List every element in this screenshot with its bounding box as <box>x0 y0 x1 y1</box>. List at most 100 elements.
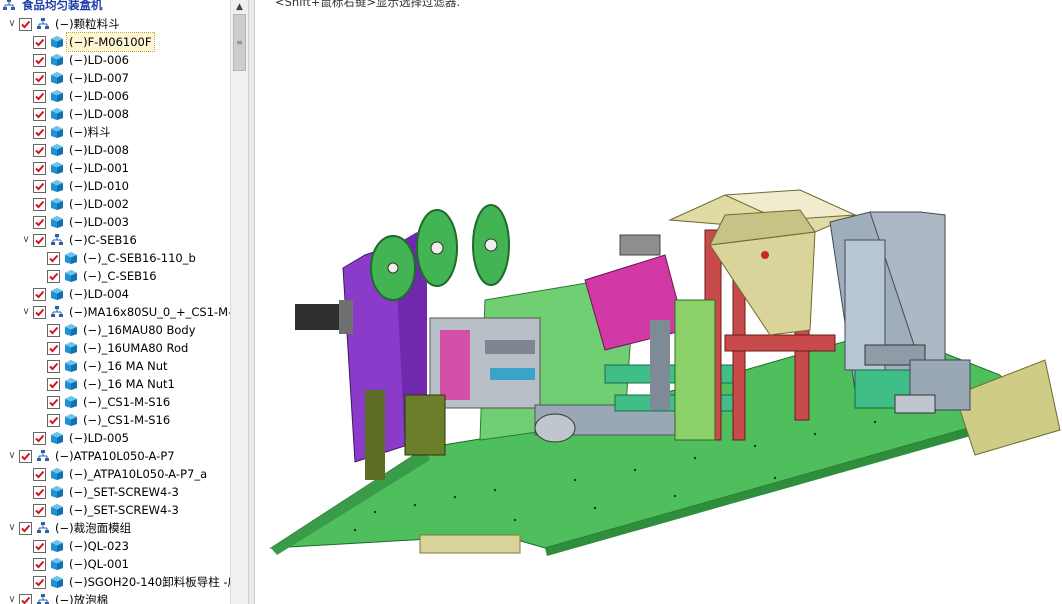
visibility-checkbox[interactable] <box>33 198 46 211</box>
tree-row[interactable]: (−)_C-SEB16 <box>0 267 230 285</box>
tree-row[interactable]: (−)_ATPA10L050-A-P7_a <box>0 465 230 483</box>
expand-toggle[interactable]: ∨ <box>6 450 18 462</box>
visibility-checkbox[interactable] <box>47 252 60 265</box>
visibility-checkbox[interactable] <box>47 342 60 355</box>
expand-toggle[interactable] <box>20 558 32 570</box>
expand-toggle[interactable]: ∨ <box>6 522 18 534</box>
visibility-checkbox[interactable] <box>47 324 60 337</box>
expand-toggle[interactable]: ∨ <box>6 594 18 604</box>
tree-row[interactable]: (−)LD-008 <box>0 105 230 123</box>
tree-row[interactable]: (−)LD-003 <box>0 213 230 231</box>
expand-toggle[interactable] <box>20 504 32 516</box>
expand-toggle[interactable] <box>34 270 46 282</box>
tree-row[interactable]: (−)_16 MA Nut1 <box>0 375 230 393</box>
pane-splitter[interactable] <box>248 0 255 604</box>
expand-toggle[interactable] <box>34 342 46 354</box>
expand-toggle[interactable] <box>20 162 32 174</box>
tree-row[interactable]: (−)_SET-SCREW4-3 <box>0 501 230 519</box>
tree-row[interactable]: (−)LD-010 <box>0 177 230 195</box>
expand-toggle[interactable] <box>20 468 32 480</box>
scroll-up-arrow-icon[interactable]: ▲ <box>231 0 248 14</box>
expand-toggle[interactable] <box>20 54 32 66</box>
expand-toggle[interactable]: ∨ <box>6 18 18 30</box>
tree-row[interactable]: ∨ (−)放泡棉 <box>0 591 230 604</box>
expand-toggle[interactable] <box>20 540 32 552</box>
expand-toggle[interactable] <box>20 108 32 120</box>
visibility-checkbox[interactable] <box>33 288 46 301</box>
tree-row[interactable]: (−)_SET-SCREW4-3 <box>0 483 230 501</box>
expand-toggle[interactable]: ∨ <box>20 234 32 246</box>
expand-toggle[interactable] <box>34 414 46 426</box>
expand-toggle[interactable] <box>34 252 46 264</box>
tree-scrollbar[interactable]: ▲ ≡ <box>230 0 248 604</box>
expand-toggle[interactable] <box>20 72 32 84</box>
tree-row[interactable]: (−)SGOH20-140卸料板导柱 -肩 <box>0 573 230 591</box>
visibility-checkbox[interactable] <box>33 72 46 85</box>
visibility-checkbox[interactable] <box>47 414 60 427</box>
tree-row[interactable]: (−)LD-006 <box>0 51 230 69</box>
tree-row[interactable]: (−)_C-SEB16-110_b <box>0 249 230 267</box>
visibility-checkbox[interactable] <box>19 522 32 535</box>
tree-row[interactable]: (−)LD-004 <box>0 285 230 303</box>
visibility-checkbox[interactable] <box>47 360 60 373</box>
expand-toggle[interactable] <box>20 216 32 228</box>
visibility-checkbox[interactable] <box>33 54 46 67</box>
tree-row[interactable]: (−)_CS1-M-S16 <box>0 411 230 429</box>
tree-row[interactable]: (−)_16 MA Nut <box>0 357 230 375</box>
tree-row[interactable]: (−)_CS1-M-S16 <box>0 393 230 411</box>
visibility-checkbox[interactable] <box>33 486 46 499</box>
tree-row[interactable]: (−)_16MAU80 Body <box>0 321 230 339</box>
visibility-checkbox[interactable] <box>33 234 46 247</box>
tree-row[interactable]: (−)F-M06100F <box>0 32 230 52</box>
tree-row[interactable]: (−)LD-005 <box>0 429 230 447</box>
expand-toggle[interactable] <box>34 378 46 390</box>
tree-row[interactable]: ∨ (−)MA16x80SU_0_+_CS1-M-2_ <box>0 303 230 321</box>
tree-row[interactable]: (−)QL-023 <box>0 537 230 555</box>
expand-toggle[interactable] <box>34 396 46 408</box>
expand-toggle[interactable] <box>20 144 32 156</box>
tree-row[interactable]: (−)LD-007 <box>0 69 230 87</box>
expand-toggle[interactable] <box>34 324 46 336</box>
tree-row[interactable]: (−)QL-001 <box>0 555 230 573</box>
expand-toggle[interactable] <box>34 360 46 372</box>
expand-toggle[interactable] <box>20 486 32 498</box>
tree-row[interactable]: (−)料斗 <box>0 123 230 141</box>
visibility-checkbox[interactable] <box>33 180 46 193</box>
scrollbar-thumb[interactable]: ≡ <box>233 14 246 71</box>
expand-toggle[interactable] <box>20 36 32 48</box>
visibility-checkbox[interactable] <box>33 540 46 553</box>
tree-row[interactable]: (−)LD-008 <box>0 141 230 159</box>
visibility-checkbox[interactable] <box>33 558 46 571</box>
expand-toggle[interactable] <box>20 126 32 138</box>
tree-row[interactable]: ∨ (−)ATPA10L050-A-P7 <box>0 447 230 465</box>
visibility-checkbox[interactable] <box>33 90 46 103</box>
expand-toggle[interactable] <box>20 198 32 210</box>
tree-row[interactable]: (−)_16UMA80 Rod <box>0 339 230 357</box>
expand-toggle[interactable] <box>20 288 32 300</box>
visibility-checkbox[interactable] <box>33 306 46 319</box>
tree-row[interactable]: ∨ (−)颗粒料斗 <box>0 15 230 33</box>
visibility-checkbox[interactable] <box>33 468 46 481</box>
visibility-checkbox[interactable] <box>33 576 46 589</box>
visibility-checkbox[interactable] <box>19 450 32 463</box>
visibility-checkbox[interactable] <box>19 18 32 31</box>
visibility-checkbox[interactable] <box>33 216 46 229</box>
tree-row[interactable]: (−)LD-006 <box>0 87 230 105</box>
tree-row[interactable]: ∨ (−)裁泡面模组 <box>0 519 230 537</box>
visibility-checkbox[interactable] <box>33 504 46 517</box>
visibility-checkbox[interactable] <box>33 162 46 175</box>
expand-toggle[interactable] <box>20 432 32 444</box>
visibility-checkbox[interactable] <box>47 396 60 409</box>
visibility-checkbox[interactable] <box>19 594 32 604</box>
visibility-checkbox[interactable] <box>33 36 46 49</box>
expand-toggle[interactable] <box>20 90 32 102</box>
visibility-checkbox[interactable] <box>47 270 60 283</box>
expand-toggle[interactable] <box>20 576 32 588</box>
expand-toggle[interactable]: ∨ <box>20 306 32 318</box>
visibility-checkbox[interactable] <box>33 144 46 157</box>
visibility-checkbox[interactable] <box>33 432 46 445</box>
tree-row[interactable]: (−)LD-001 <box>0 159 230 177</box>
tree-root[interactable]: 食品均匀装盒机 <box>0 0 230 14</box>
visibility-checkbox[interactable] <box>33 108 46 121</box>
3d-viewport[interactable]: <Shift+鼠标右键>显示选择过滤器. <box>255 0 1062 604</box>
